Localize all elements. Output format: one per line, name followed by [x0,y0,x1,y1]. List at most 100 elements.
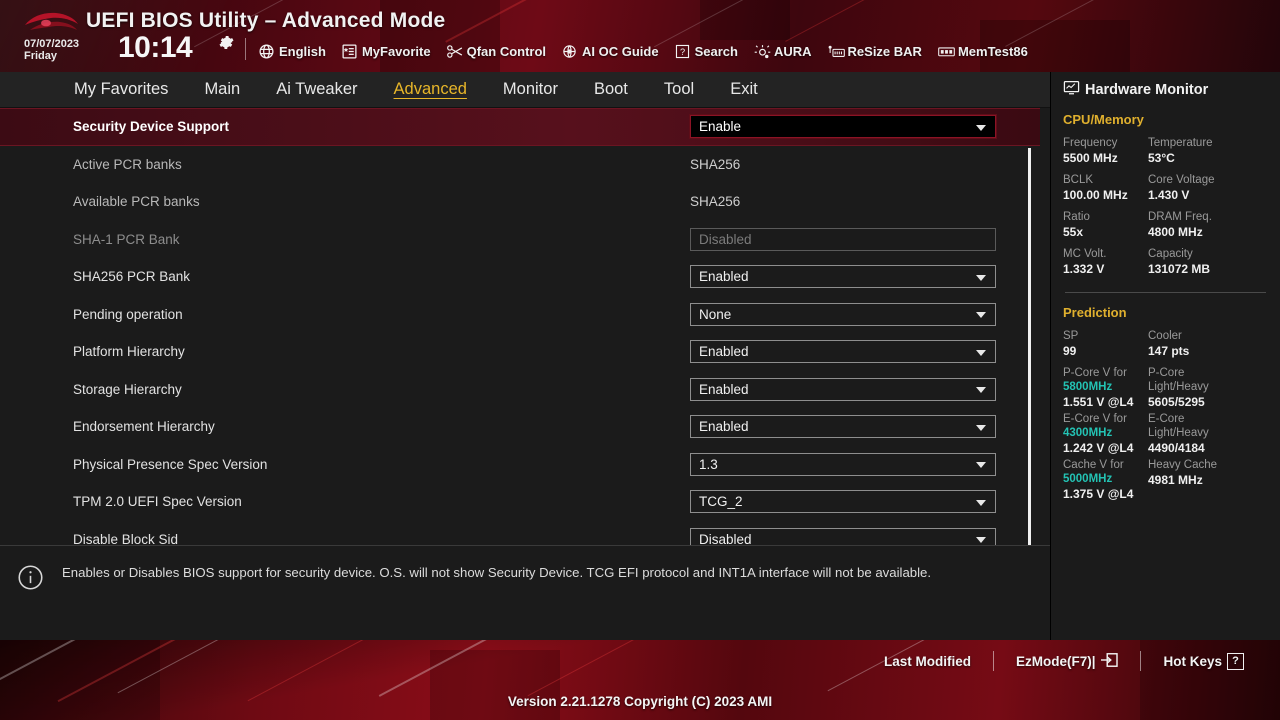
setting-dropdown[interactable]: Enable [690,115,996,139]
toolbar-label: AI OC Guide [582,43,659,59]
hw-metric: DRAM Freq. 4800 MHz [1148,210,1268,240]
ezmode-label: EzMode(F7)| [1015,653,1096,669]
setting-label: Storage Hierarchy [73,381,182,397]
chevron-down-icon [976,537,986,544]
fan-icon [446,43,463,60]
setting-value: SHA256 [690,156,741,172]
ezmode-button[interactable]: EzMode(F7)| [994,652,1141,671]
table-row[interactable]: Physical Presence Spec Version 1.3 [0,446,1040,484]
hw-metric-value: 131072 MB [1148,262,1211,276]
setting-dropdown[interactable]: 1.3 [690,452,996,476]
hw-metric-pcore-light-heavy: P-Core Light/Heavy 5605/5295 [1148,366,1268,410]
table-row: Available PCR banks SHA256 [0,183,1040,221]
table-row[interactable]: Storage Hierarchy Enabled [0,371,1040,409]
hardware-monitor-label: Hardware Monitor [1085,82,1209,98]
toolbar-item-ai-oc-guide[interactable]: AI OC Guide [561,43,659,60]
hw-metric-key: BCLK [1063,174,1094,186]
toolbar-item-english[interactable]: English [258,43,326,60]
tab-my-favorites[interactable]: My Favorites [56,80,186,99]
date-display: 07/07/2023 Friday [24,38,79,62]
hw-metric-value: 1.242 V @L4 [1063,441,1134,455]
setting-label: Active PCR banks [73,156,182,172]
setting-label: Security Device Support [73,119,230,135]
tab-boot[interactable]: Boot [576,80,646,99]
hw-metric: Temperature 53°C [1148,136,1268,166]
setting-value: TCG_2 [699,494,743,510]
hw-section-cpu-memory: CPU/Memory [1063,112,1144,127]
hw-metrics-prediction: SP 99 Cooler 147 pts P-Core V for 5800MH… [1063,329,1268,504]
chevron-down-icon [976,387,986,394]
hw-metric-value: 5500 MHz [1063,151,1118,165]
tab-monitor[interactable]: Monitor [485,80,576,99]
tab-main[interactable]: Main [186,80,258,99]
setting-label: TPM 2.0 UEFI Spec Version [73,494,242,510]
toolbar-label: English [279,43,326,59]
toolbar-label: ReSize BAR [847,43,922,59]
hw-metric-value: 147 pts [1148,344,1190,358]
hw-metric-ecore-light-heavy: E-Core Light/Heavy 4490/4184 [1148,412,1268,456]
setting-dropdown[interactable]: Enabled [690,377,996,401]
hw-metric: Ratio 55x [1063,210,1148,240]
header-toolbar: English MyFavorite Qfan Control AI OC Gu… [258,40,1028,62]
toolbar-item-myfavorite[interactable]: MyFavorite [341,43,431,60]
toolbar-label: Search [694,43,738,59]
tab-advanced[interactable]: Advanced [376,80,485,99]
setting-dropdown[interactable]: Enabled [690,415,996,439]
hw-metric-key: P-Core [1148,367,1185,379]
setting-dropdown[interactable]: TCG_2 [690,490,996,514]
tab-tool[interactable]: Tool [646,80,712,99]
vertical-scrollbar[interactable] [1028,148,1031,563]
footer-texture-block [430,650,560,720]
setting-dropdown[interactable]: Enabled [690,265,996,289]
setting-value: Enable [699,119,742,135]
hw-metric-value: 1.332 V [1063,262,1105,276]
globe-icon [258,43,275,60]
weekday-value: Friday [24,50,58,62]
tab-exit[interactable]: Exit [712,80,776,99]
table-row[interactable]: Platform Hierarchy Enabled [0,333,1040,371]
toolbar-item-qfan-control[interactable]: Qfan Control [446,43,546,60]
last-modified-button[interactable]: Last Modified [862,654,993,669]
setting-value: Disabled [699,231,752,247]
table-row[interactable]: Pending operation None [0,296,1040,334]
setting-dropdown[interactable]: Enabled [690,340,996,364]
hot-keys-button[interactable]: Hot Keys ? [1141,652,1266,670]
header-streak [785,0,901,42]
toolbar-label: AURA [773,43,812,59]
toolbar-item-aura[interactable]: AURA [753,43,812,60]
hw-metric-heavy-cache: Heavy Cache 4981 MHz [1148,458,1268,502]
star-list-icon [341,43,358,60]
chevron-down-icon [976,462,986,469]
help-panel: Enables or Disables BIOS support for sec… [0,545,1050,640]
toolbar-item-resize-bar[interactable]: ReSize BAR [827,43,922,60]
tab-ai-tweaker[interactable]: Ai Tweaker [258,80,375,99]
toolbar-item-memtest86[interactable]: MemTest86 [937,43,1028,60]
setting-label: Endorsement Hierarchy [73,419,215,435]
hw-metric-key: DRAM Freq. [1148,211,1212,223]
table-row[interactable]: TPM 2.0 UEFI Spec Version TCG_2 [0,483,1040,521]
setting-label: SHA256 PCR Bank [73,269,191,285]
hot-keys-label: Hot Keys [1163,653,1222,669]
hw-metric-value: 53°C [1148,151,1175,165]
chevron-down-icon [976,349,986,356]
bios-version-text: Version 2.21.1278 Copyright (C) 2023 AMI [507,694,773,709]
hw-metric: SP 99 [1063,329,1148,359]
setting-dropdown[interactable]: None [690,302,996,326]
info-icon [17,564,44,591]
toolbar-item-search[interactable]: ? Search [674,43,738,60]
table-row[interactable]: SHA256 PCR Bank Enabled [0,258,1040,296]
setting-label: SHA-1 PCR Bank [73,231,180,247]
last-modified-label: Last Modified [883,653,971,669]
hardware-monitor-panel: Hardware Monitor CPU/Memory Frequency 55… [1050,72,1280,640]
header-texture-block [700,0,790,40]
setting-label: Platform Hierarchy [73,344,185,360]
chevron-down-icon [976,274,986,281]
hw-metric-value: 5605/5295 [1148,395,1205,409]
hw-metric: Cooler 147 pts [1148,329,1268,359]
hw-metric-key2: Light/Heavy [1148,381,1209,393]
table-row[interactable]: Endorsement Hierarchy Enabled [0,408,1040,446]
svg-text:?: ? [680,47,685,57]
table-row[interactable]: Security Device Support Enable [0,108,1040,146]
resize-bar-icon [827,43,845,60]
gear-icon[interactable] [218,34,235,51]
